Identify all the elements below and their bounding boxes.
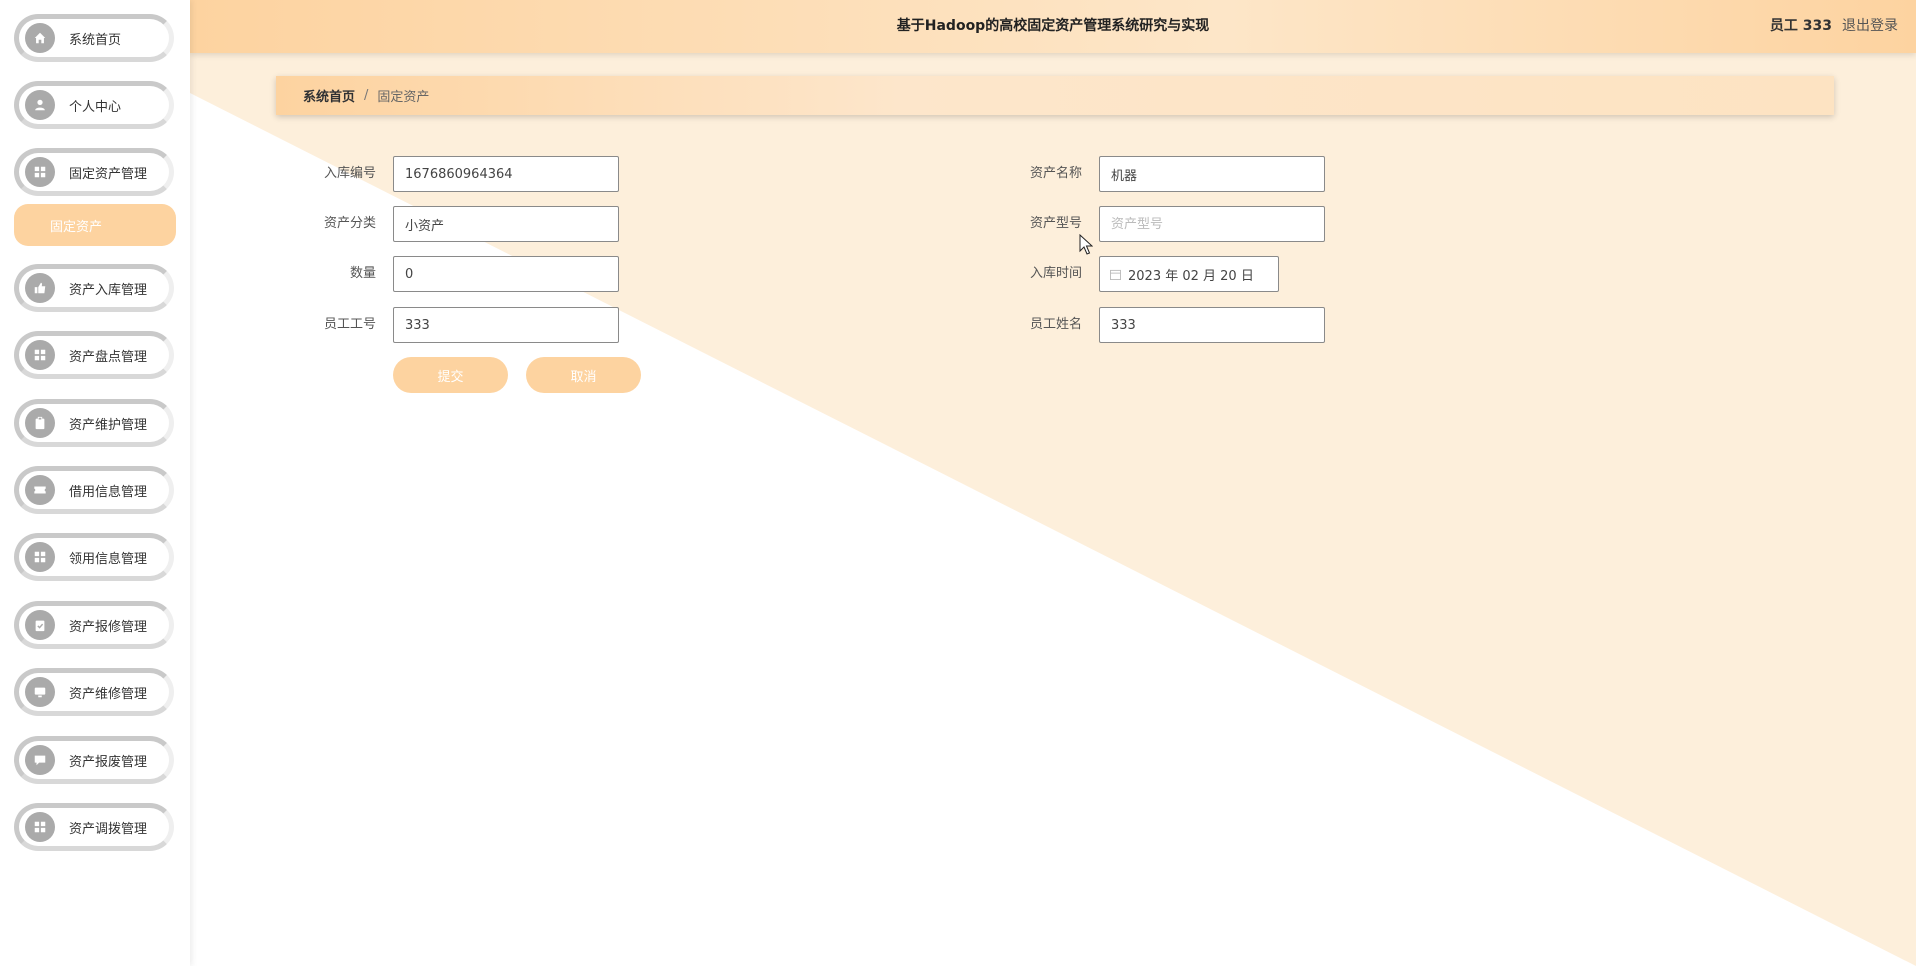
submenu-item-fixed-assets[interactable]: 固定资产	[14, 204, 176, 246]
cancel-button[interactable]: 取消	[526, 357, 641, 393]
chat-icon	[25, 745, 55, 775]
asset-category-input[interactable]	[393, 206, 619, 242]
calendar-icon	[1110, 269, 1121, 280]
sidebar-item-profile[interactable]: 个人中心	[14, 81, 174, 129]
logout-link[interactable]: 退出登录	[1842, 0, 1898, 52]
sidebar-item-asset-maintenance[interactable]: 资产维护管理	[14, 399, 174, 447]
sidebar-item-label: 资产盘点管理	[69, 349, 148, 365]
sidebar: 系统首页 个人中心 固定资产管理 固定资产 资产入库管理 资产盘点管理 资产维护…	[0, 0, 190, 966]
sidebar-item-label: 资产报修管理	[69, 619, 148, 635]
monitor-icon	[25, 677, 55, 707]
ticket-icon	[25, 475, 55, 505]
sidebar-item-asset-inventory[interactable]: 资产盘点管理	[14, 331, 174, 379]
top-header: 基于Hadoop的高校固定资产管理系统研究与实现 员工 333 退出登录	[190, 0, 1916, 53]
employee-name-label: 员工姓名	[1029, 317, 1082, 332]
grid-icon	[25, 340, 55, 370]
entry-no-label: 入库编号	[323, 166, 376, 181]
employee-no-label: 员工工号	[323, 317, 376, 332]
entry-time-value: 2023 年 02 月 20 日	[1128, 268, 1254, 284]
thumbs-up-icon	[25, 273, 55, 303]
sidebar-item-asset-inbound[interactable]: 资产入库管理	[14, 264, 174, 312]
asset-model-label: 资产型号	[1029, 216, 1082, 231]
current-user: 员工 333	[1769, 18, 1832, 34]
asset-category-label: 资产分类	[323, 216, 376, 231]
entry-no-input[interactable]	[393, 156, 619, 192]
quantity-input[interactable]	[393, 256, 619, 292]
sidebar-item-label: 个人中心	[69, 99, 122, 115]
sidebar-item-fixed-assets[interactable]: 固定资产管理	[14, 148, 174, 196]
sidebar-item-label: 固定资产管理	[69, 166, 148, 182]
home-icon	[25, 23, 55, 53]
sidebar-item-label: 资产入库管理	[69, 282, 148, 298]
breadcrumb-separator: /	[364, 88, 369, 103]
sidebar-item-label: 资产维护管理	[69, 417, 148, 433]
entry-time-label: 入库时间	[1029, 266, 1082, 281]
sidebar-item-label: 借用信息管理	[69, 484, 148, 500]
breadcrumb: 系统首页 / 固定资产	[276, 76, 1834, 115]
app-root: 系统首页 个人中心 固定资产管理 固定资产 资产入库管理 资产盘点管理 资产维护…	[0, 0, 1916, 966]
sidebar-item-asset-scrap[interactable]: 资产报废管理	[14, 736, 174, 784]
background-diagonal	[190, 0, 1916, 966]
sidebar-item-requisition-info[interactable]: 领用信息管理	[14, 533, 174, 581]
sidebar-item-label: 资产报废管理	[69, 754, 148, 770]
sidebar-item-label: 资产维修管理	[69, 686, 148, 702]
asset-name-label: 资产名称	[1029, 166, 1082, 181]
sidebar-item-asset-repair[interactable]: 资产维修管理	[14, 668, 174, 716]
employee-name-input[interactable]	[1099, 307, 1325, 343]
grid-icon	[25, 812, 55, 842]
employee-no-input[interactable]	[393, 307, 619, 343]
mouse-cursor-icon	[1079, 234, 1093, 255]
clipboard-check-icon	[25, 610, 55, 640]
asset-model-input[interactable]	[1099, 206, 1325, 242]
sidebar-item-home[interactable]: 系统首页	[14, 14, 174, 62]
app-title: 基于Hadoop的高校固定资产管理系统研究与实现	[896, 18, 1210, 34]
grid-icon	[25, 542, 55, 572]
breadcrumb-current: 固定资产	[377, 90, 430, 105]
user-icon	[25, 90, 55, 120]
asset-name-input[interactable]	[1099, 156, 1325, 192]
entry-time-datepicker[interactable]: 2023 年 02 月 20 日	[1099, 256, 1279, 292]
submit-button[interactable]: 提交	[393, 357, 508, 393]
sidebar-item-asset-transfer[interactable]: 资产调拨管理	[14, 803, 174, 851]
breadcrumb-home-link[interactable]: 系统首页	[303, 86, 355, 105]
sidebar-item-repair-request[interactable]: 资产报修管理	[14, 601, 174, 649]
sidebar-item-label: 系统首页	[69, 32, 122, 48]
sidebar-item-label: 领用信息管理	[69, 551, 148, 567]
sidebar-item-label: 资产调拨管理	[69, 821, 148, 837]
clipboard-icon	[25, 408, 55, 438]
grid-icon	[25, 157, 55, 187]
sidebar-item-borrow-info[interactable]: 借用信息管理	[14, 466, 174, 514]
quantity-label: 数量	[349, 266, 376, 281]
